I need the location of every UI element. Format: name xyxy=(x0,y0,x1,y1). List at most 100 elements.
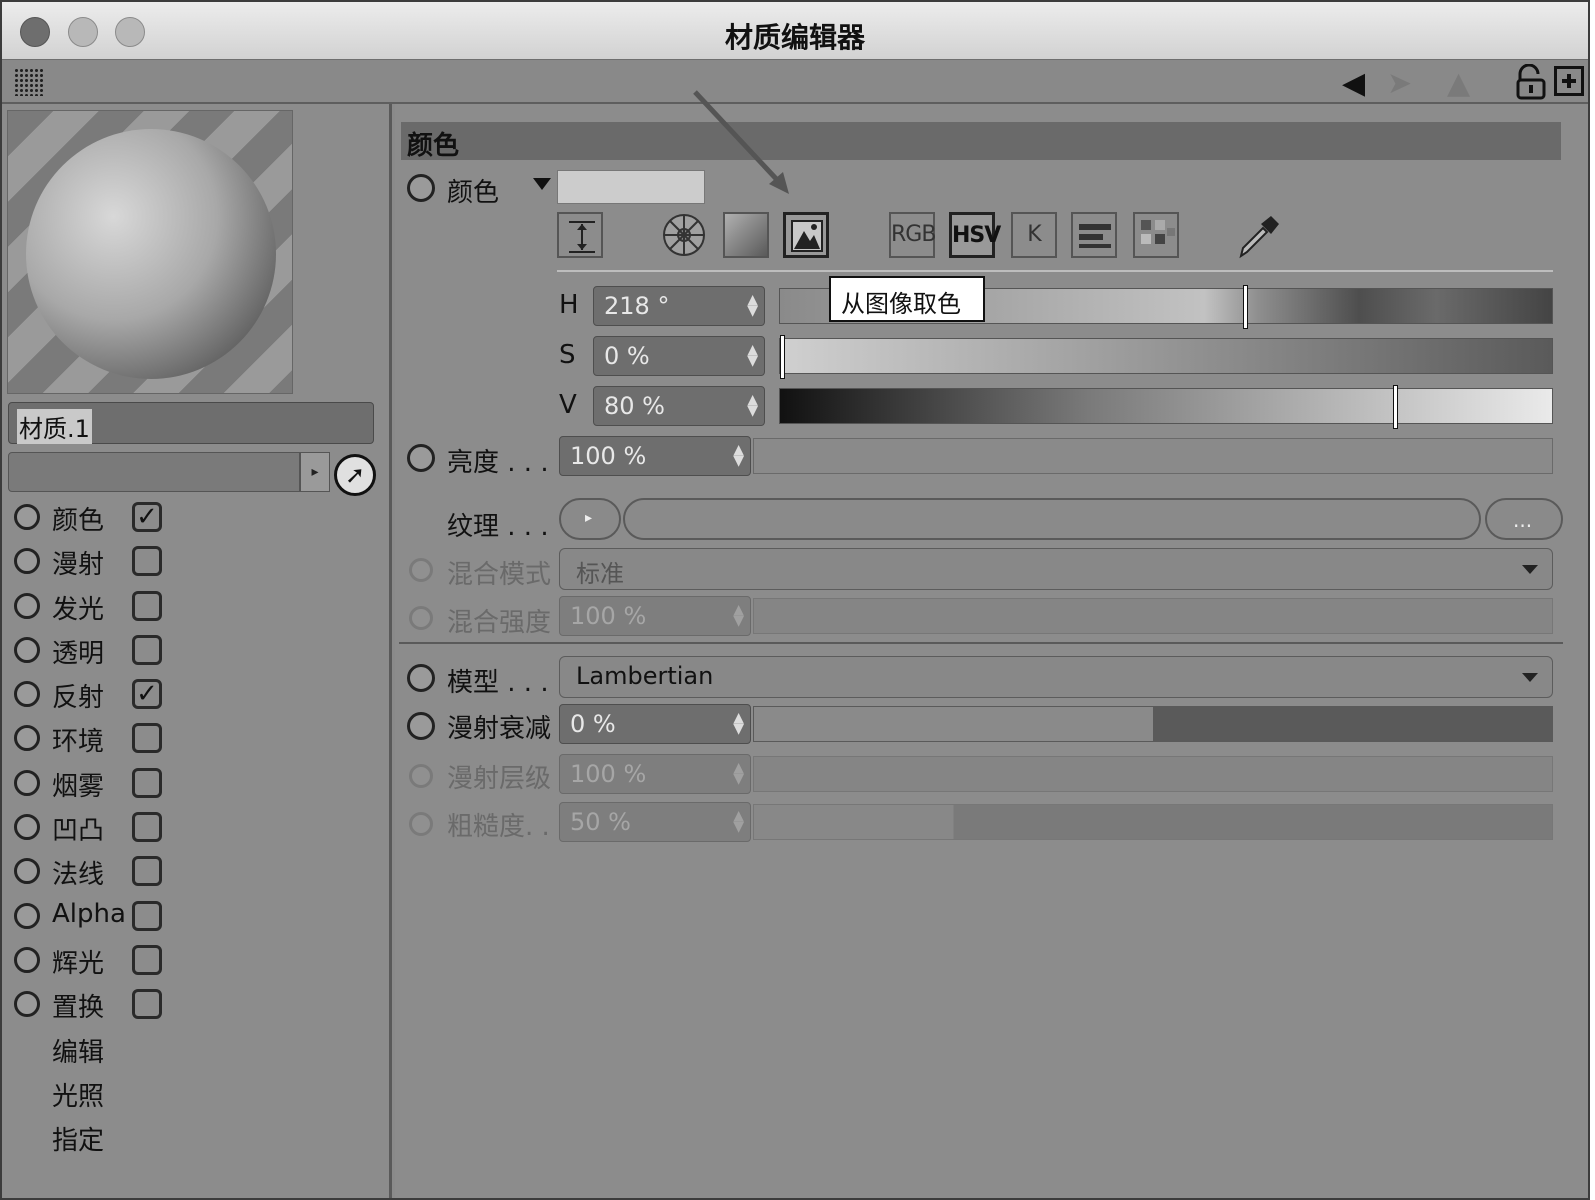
channel-radio[interactable] xyxy=(14,769,40,796)
diffuse-level-field[interactable]: 100 % ▲ ▼ xyxy=(559,754,751,794)
channel-item[interactable]: 漫射 xyxy=(2,540,382,584)
blend-mode-radio[interactable] xyxy=(409,558,433,582)
pick-from-image-tool[interactable] xyxy=(783,212,829,258)
dropdown-triangle-icon[interactable] xyxy=(533,178,551,190)
spin-arrows-icon[interactable]: ▲ ▼ xyxy=(747,293,758,318)
channel-item[interactable]: 颜色 ✓ xyxy=(2,496,382,540)
channel-radio[interactable] xyxy=(14,681,40,708)
brightness-slider[interactable] xyxy=(753,438,1553,474)
diffuse-falloff-slider[interactable] xyxy=(753,706,1553,742)
diffuse-falloff-field[interactable]: 0 % ▲ ▼ xyxy=(559,704,751,744)
saturation-slider[interactable] xyxy=(779,335,1553,379)
panel-item-assign[interactable]: 指定 xyxy=(2,1116,382,1160)
channel-item[interactable]: 发光 xyxy=(2,585,382,629)
spin-arrows-icon[interactable]: ▲ ▼ xyxy=(733,603,744,628)
channel-checkbox[interactable] xyxy=(132,856,162,887)
diffuse-falloff-radio[interactable] xyxy=(407,712,435,740)
panel-item-edit[interactable]: 编辑 xyxy=(2,1028,382,1072)
channel-radio[interactable] xyxy=(14,592,40,619)
spin-arrows-icon[interactable]: ▲ ▼ xyxy=(733,443,744,468)
spin-arrows-icon[interactable]: ▲ ▼ xyxy=(747,343,758,368)
channel-item[interactable]: Alpha xyxy=(2,895,382,939)
texture-options-button[interactable]: ▸ xyxy=(559,498,621,540)
color-wheel-tool[interactable] xyxy=(661,212,707,258)
material-name-field[interactable]: 材质.1 xyxy=(8,402,374,444)
value-slider-handle[interactable] xyxy=(1393,385,1398,429)
channel-radio[interactable] xyxy=(14,902,40,929)
back-arrow-icon[interactable]: ◀ xyxy=(1342,66,1365,101)
link-arrow-button[interactable]: ▸ xyxy=(300,452,330,492)
channel-checkbox[interactable] xyxy=(132,989,162,1020)
model-select[interactable]: Lambertian xyxy=(559,656,1553,698)
brightness-field[interactable]: 100 % ▲ ▼ xyxy=(559,436,751,476)
channel-radio[interactable] xyxy=(14,548,40,575)
forward-arrow-icon[interactable]: ➤ xyxy=(1387,66,1412,101)
texture-more-button[interactable]: ... xyxy=(1485,498,1563,540)
channel-radio[interactable] xyxy=(14,636,40,663)
eyedropper-tool[interactable] xyxy=(1233,212,1279,259)
pick-object-icon[interactable]: ➚ xyxy=(334,454,376,496)
channel-item[interactable]: 法线 xyxy=(2,850,382,894)
channel-item[interactable]: 反射 ✓ xyxy=(2,673,382,717)
blend-strength-slider[interactable] xyxy=(753,598,1553,634)
diffuse-level-radio[interactable] xyxy=(409,764,433,788)
channel-item[interactable]: 凹凸 xyxy=(2,806,382,850)
channel-checkbox[interactable]: ✓ xyxy=(132,679,162,710)
s-value-field[interactable]: 0 % ▲ ▼ xyxy=(593,336,765,376)
channel-radio[interactable] xyxy=(14,858,40,885)
color-range-tool[interactable] xyxy=(557,212,603,258)
new-window-icon[interactable] xyxy=(1554,66,1584,96)
kelvin-tool[interactable]: K xyxy=(1011,212,1057,258)
channel-radio[interactable] xyxy=(14,991,40,1018)
mixer-tool[interactable] xyxy=(1071,212,1117,258)
diffuse-level-slider[interactable] xyxy=(753,756,1553,792)
blend-strength-radio[interactable] xyxy=(409,606,433,630)
value-slider[interactable] xyxy=(779,385,1553,429)
channel-checkbox[interactable] xyxy=(132,767,162,798)
channel-item[interactable]: 辉光 xyxy=(2,939,382,983)
channel-checkbox[interactable] xyxy=(132,723,162,754)
brightness-radio[interactable] xyxy=(407,444,435,472)
channel-checkbox[interactable] xyxy=(132,900,162,931)
hue-slider-handle[interactable] xyxy=(1243,285,1248,329)
model-radio[interactable] xyxy=(407,664,435,692)
spin-arrows-icon[interactable]: ▲ ▼ xyxy=(747,393,758,418)
panel-item-illumination[interactable]: 光照 xyxy=(2,1072,382,1116)
channel-checkbox[interactable] xyxy=(132,634,162,665)
channel-item[interactable]: 烟雾 xyxy=(2,762,382,806)
channel-checkbox[interactable]: ✓ xyxy=(132,502,162,532)
unlock-icon[interactable] xyxy=(1514,64,1548,100)
channel-radio[interactable] xyxy=(14,504,40,530)
blend-mode-select[interactable]: 标准 xyxy=(559,548,1553,590)
link-field[interactable] xyxy=(8,452,300,492)
channel-item[interactable]: 环境 xyxy=(2,717,382,761)
channel-radio[interactable] xyxy=(14,946,40,973)
channel-item[interactable]: 透明 xyxy=(2,629,382,673)
h-value-field[interactable]: 218 ° ▲ ▼ xyxy=(593,286,765,326)
color-swatch[interactable] xyxy=(557,170,705,204)
rgb-tool[interactable]: RGB xyxy=(889,212,936,258)
hsv-tool[interactable]: HSV xyxy=(949,212,1001,258)
texture-field[interactable] xyxy=(623,498,1481,540)
spectrum-tool[interactable] xyxy=(723,212,769,258)
swatches-tool[interactable] xyxy=(1133,212,1179,258)
roughness-slider[interactable] xyxy=(753,804,1553,840)
blend-strength-field[interactable]: 100 % ▲ ▼ xyxy=(559,596,751,636)
saturation-slider-handle[interactable] xyxy=(780,335,785,379)
v-value-field[interactable]: 80 % ▲ ▼ xyxy=(593,386,765,426)
channel-checkbox[interactable] xyxy=(132,590,162,621)
channel-checkbox[interactable] xyxy=(132,812,162,843)
channel-item[interactable]: 置换 xyxy=(2,983,382,1027)
spin-arrows-icon[interactable]: ▲ ▼ xyxy=(733,711,744,736)
roughness-radio[interactable] xyxy=(409,812,433,836)
material-preview[interactable] xyxy=(7,110,293,394)
spin-arrows-icon[interactable]: ▲ ▼ xyxy=(733,809,744,834)
channel-checkbox[interactable] xyxy=(132,546,162,577)
up-arrow-icon[interactable]: ▲ xyxy=(1447,66,1470,101)
spin-arrows-icon[interactable]: ▲ ▼ xyxy=(733,761,744,786)
channel-checkbox[interactable] xyxy=(132,944,162,975)
color-radio[interactable] xyxy=(407,174,435,202)
roughness-field[interactable]: 50 % ▲ ▼ xyxy=(559,802,751,842)
channel-radio[interactable] xyxy=(14,725,40,752)
grip-icon[interactable] xyxy=(14,68,44,96)
